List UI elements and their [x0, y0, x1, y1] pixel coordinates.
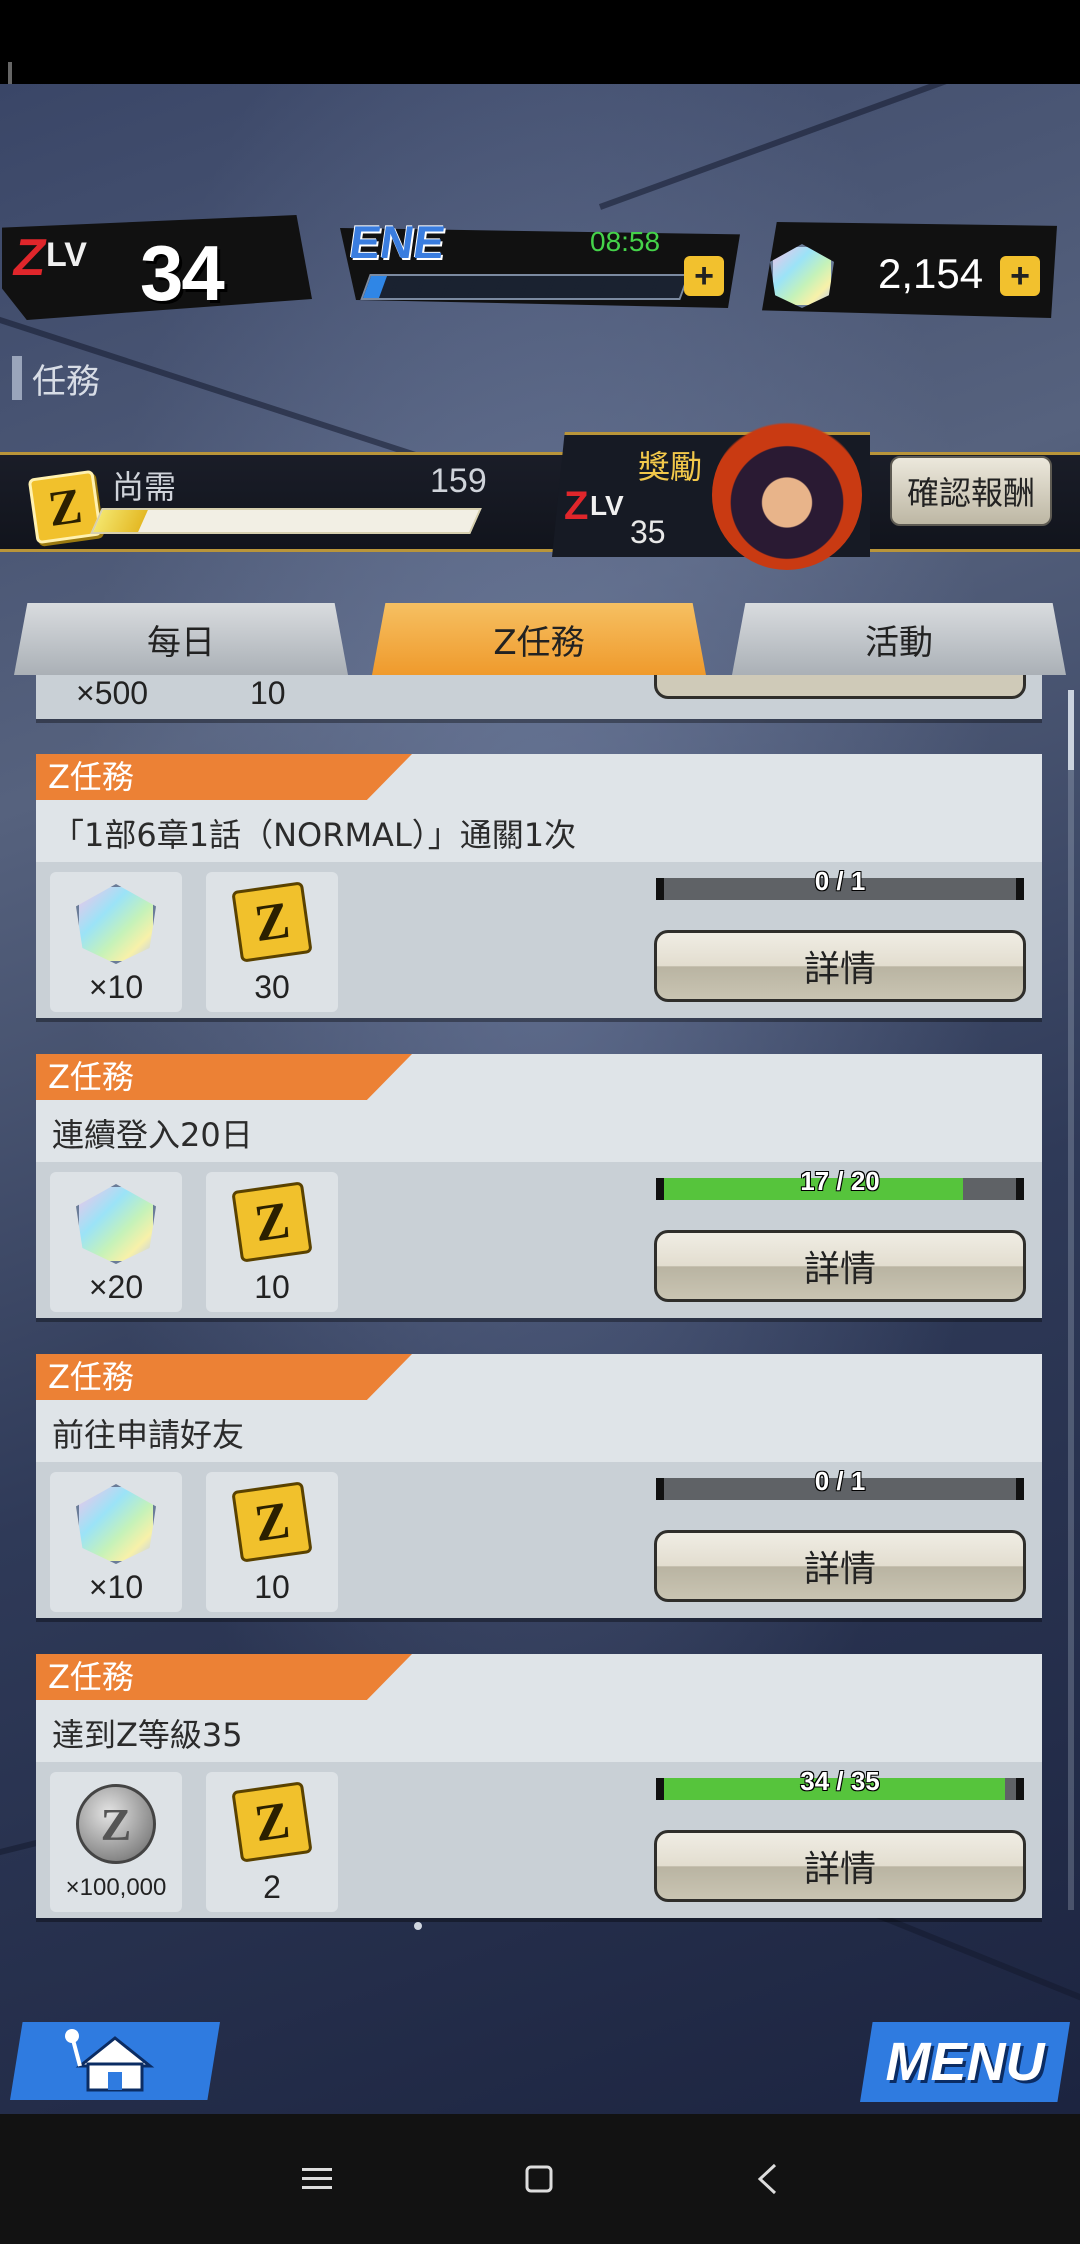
reward-quantity: ×20 [88, 1269, 144, 1305]
home-icon [65, 2029, 155, 2092]
reward-quantity: ×10 [88, 1569, 144, 1605]
reward-lv-mark: LV [590, 490, 624, 521]
reward-slot[interactable]: ×10 [50, 1472, 182, 1612]
section-marker [12, 356, 22, 400]
mission-tag: Z任務 [36, 754, 412, 800]
tab-z-mission[interactable]: Z任務 [372, 603, 706, 675]
scrollbar-thumb[interactable] [1068, 690, 1074, 770]
energy-timer: 08:58 [590, 226, 661, 257]
confirm-rewards-button[interactable]: 確認報酬 [890, 456, 1052, 526]
section-title: 任務 [32, 361, 100, 402]
mission-description: 前往申請好友 [52, 1416, 245, 1454]
energy-bar-segment [388, 276, 401, 298]
reward-title: 獎勵 [638, 448, 703, 486]
energy-label: ENE [346, 216, 449, 268]
mission-description: 達到Z等級35 [52, 1716, 243, 1754]
character-avatar [712, 420, 862, 570]
energy-bar-segment [466, 276, 479, 298]
z-token-icon: Z [231, 881, 313, 963]
reward-slot[interactable]: Z 10 [206, 1472, 338, 1612]
details-button[interactable]: 詳情 [654, 1530, 1026, 1602]
reward-quantity: 30 [254, 969, 290, 1005]
mission-progress-text: 0 / 1 [814, 866, 866, 896]
gem-count: 2,154 [878, 250, 984, 297]
details-button[interactable]: 詳情 [654, 930, 1026, 1002]
reward-quantity: 10 [254, 1569, 290, 1605]
mission-tag: Z任務 [36, 1054, 412, 1100]
reward-slot[interactable]: Z ×100,000 [50, 1772, 182, 1912]
mission-tag: Z任務 [36, 1354, 412, 1400]
mission-description: 連續登入20日 [52, 1116, 253, 1154]
back-icon[interactable] [742, 2154, 792, 2204]
zlevel-progress-bar [90, 508, 482, 534]
scrollbar-track[interactable] [1068, 690, 1074, 1910]
home-button[interactable] [10, 2022, 220, 2100]
energy-bar-segment [622, 276, 635, 298]
reward-quantity: ×100,000 [65, 1874, 167, 1901]
reward-quantity: 10 [254, 1269, 290, 1305]
energy-bar-segment [544, 276, 557, 298]
reward-slot[interactable]: Z 10 [206, 1172, 338, 1312]
scroll-indicator-dot [414, 1922, 422, 1930]
energy-bar-segment [596, 276, 609, 298]
reward-quantity: ×10 [88, 969, 144, 1005]
energy-bar-fill [362, 276, 387, 298]
reward-slot[interactable]: Z 30 [206, 872, 338, 1012]
energy-bar-segment [492, 276, 505, 298]
energy-bar [360, 274, 690, 300]
remaining-label: 尚需 [112, 468, 177, 506]
mission-tag: Z任務 [36, 1654, 412, 1700]
mission-progress-text: 17 / 20 [800, 1166, 880, 1196]
system-nav-bar [0, 2114, 1080, 2244]
z-token-icon: Z [231, 1781, 313, 1863]
reward-z-mark: Z [564, 484, 589, 528]
mission-card: Z任務 連續登入20日 ×20 Z 10 17 / 20 詳情 [36, 1054, 1042, 1318]
details-button[interactable]: 詳情 [654, 1230, 1026, 1302]
zeni-coin-icon: Z [76, 1784, 156, 1864]
zlevel-lv-mark: LV [46, 236, 87, 274]
mission-description: 「1部6章1話（NORMAL）」通關1次 [52, 816, 577, 854]
mission-progress-text: 0 / 1 [814, 1466, 866, 1496]
mission-card-partial: ×500 10 [36, 675, 1042, 719]
mission-card: Z任務 前往申請好友 ×10 Z 10 0 / 1 詳情 [36, 1354, 1042, 1618]
mission-card: Z任務 「1部6章1話（NORMAL）」通關1次 ×10 Z 30 0 / 1 … [36, 754, 1042, 1018]
tab-event[interactable]: 活動 [732, 603, 1066, 675]
recent-apps-icon[interactable] [292, 2154, 342, 2204]
partial-detail-button[interactable] [654, 675, 1026, 699]
energy-bar-segment [648, 276, 661, 298]
remaining-value: 159 [430, 462, 487, 500]
chrono-crystal-icon [76, 1484, 156, 1564]
menu-button[interactable]: MENU [860, 2022, 1070, 2102]
reward-slot[interactable]: Z 2 [206, 1772, 338, 1912]
chrono-crystal-icon [76, 884, 156, 964]
energy-bar-segment [414, 276, 427, 298]
section-header: 任務 [12, 356, 100, 402]
zlevel-value: 34 [140, 229, 225, 317]
mission-card: Z任務 達到Z等級35 Z ×100,000 Z 2 34 / 35 詳情 [36, 1654, 1042, 1918]
energy-bar-segment [570, 276, 583, 298]
energy-bar-segment [440, 276, 453, 298]
reward-level: 35 [630, 514, 666, 550]
energy-bar-segment [518, 276, 531, 298]
reward-slot[interactable]: ×20 [50, 1172, 182, 1312]
mission-progress-text: 34 / 35 [800, 1766, 880, 1796]
z-token-icon: Z [231, 1181, 313, 1263]
gem-add-button[interactable]: + [1000, 256, 1040, 296]
zlevel-progress-fill [93, 510, 149, 532]
partial-reward-qty: ×500 [76, 675, 149, 711]
status-bar [0, 0, 1080, 148]
z-token-icon: Z [231, 1481, 313, 1563]
chrono-crystal-icon [76, 1184, 156, 1264]
home-nav-icon[interactable] [514, 2154, 564, 2204]
energy-add-button[interactable]: + [684, 256, 724, 296]
partial-reward-qty-2: 10 [250, 675, 286, 711]
reward-quantity: 2 [263, 1869, 281, 1905]
tab-daily[interactable]: 每日 [14, 603, 348, 675]
details-button[interactable]: 詳情 [654, 1830, 1026, 1902]
reward-slot[interactable]: ×10 [50, 872, 182, 1012]
